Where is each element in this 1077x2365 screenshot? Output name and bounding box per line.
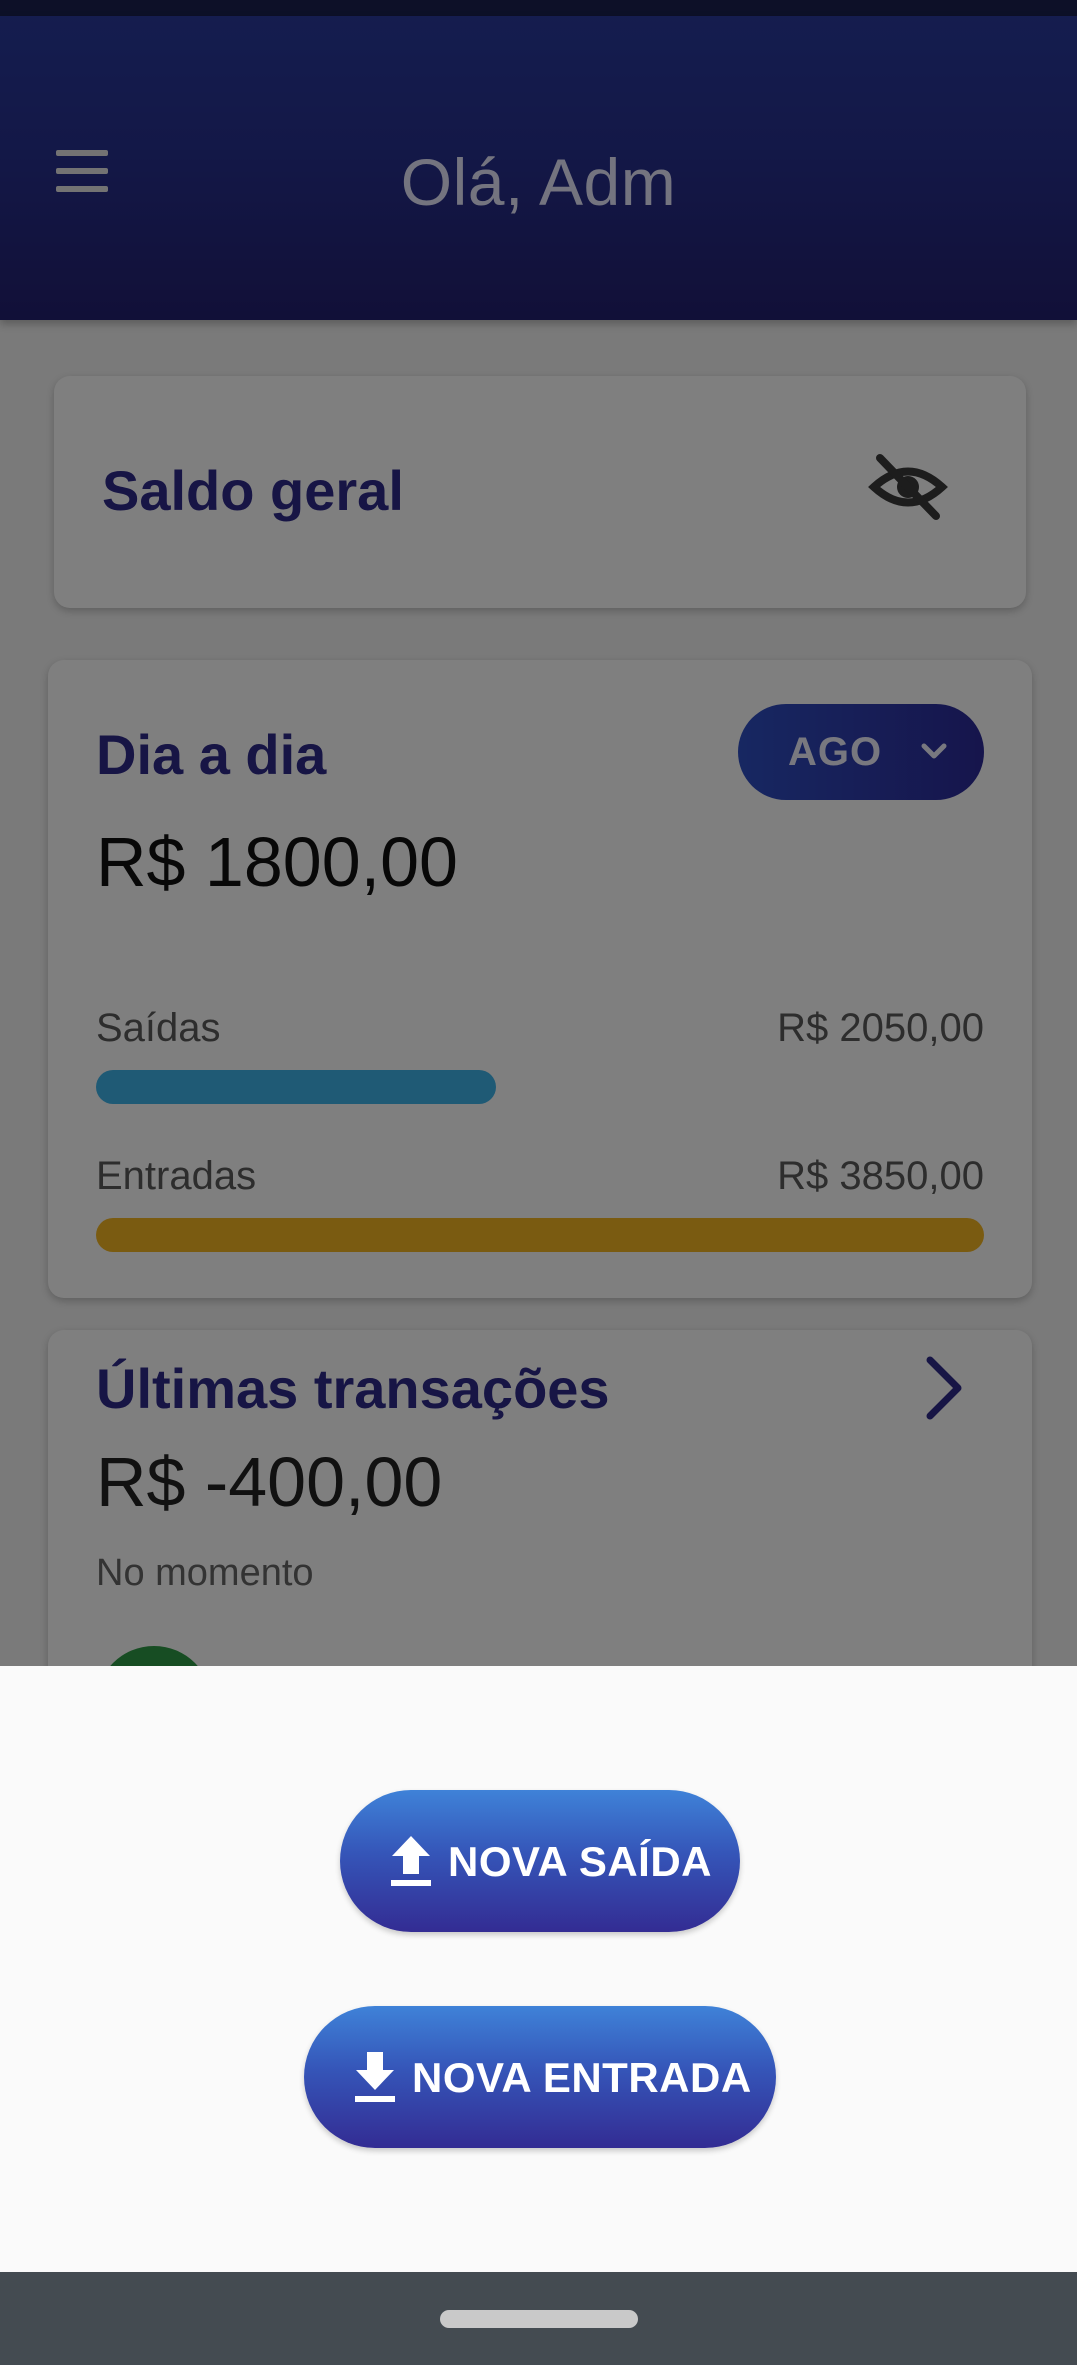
home-gesture-handle[interactable] — [440, 2310, 638, 2328]
download-icon — [352, 2050, 398, 2104]
nova-entrada-label: NOVA ENTRADA — [412, 2054, 752, 2101]
nova-entrada-button[interactable]: NOVA ENTRADA — [304, 2006, 776, 2148]
nova-saida-button[interactable]: NOVA SAÍDA — [340, 1790, 740, 1932]
upload-icon — [388, 1834, 434, 1888]
nova-saida-label: NOVA SAÍDA — [448, 1838, 713, 1885]
system-navigation-bar — [0, 2272, 1077, 2365]
bottom-sheet: NOVA SAÍDA NOVA ENTRADA — [0, 1666, 1077, 2272]
